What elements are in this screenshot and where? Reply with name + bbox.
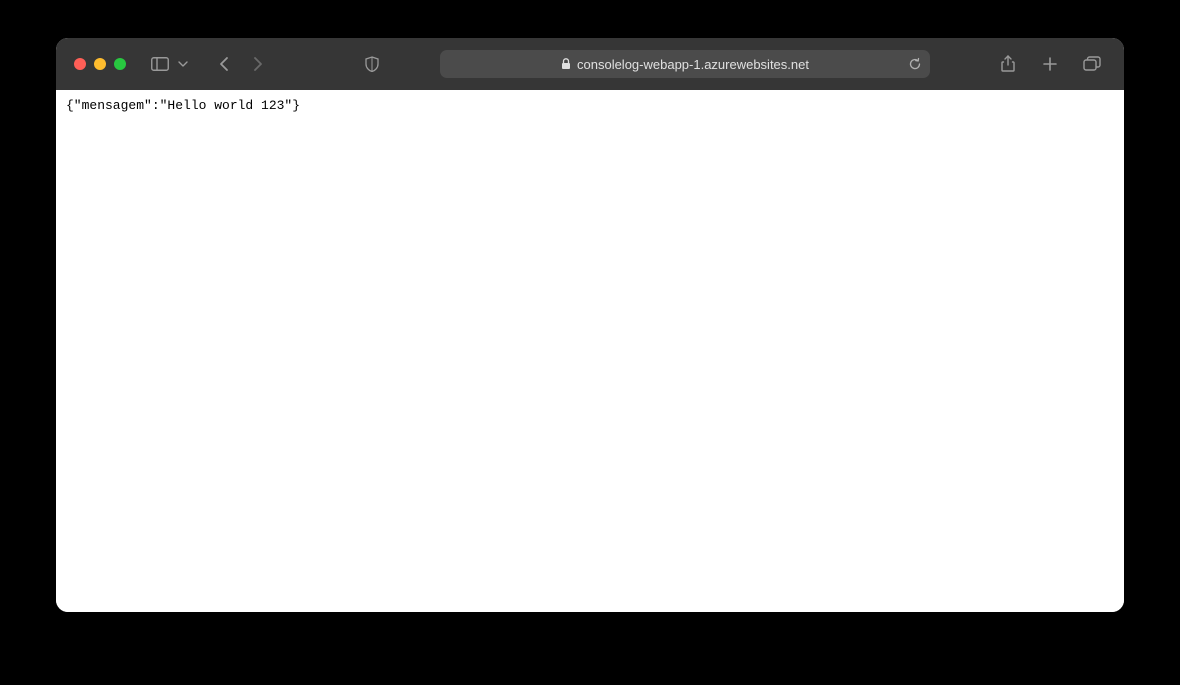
forward-button[interactable]: [244, 50, 272, 78]
tab-group-dropdown[interactable]: [174, 50, 192, 78]
url-text: consolelog-webapp-1.azurewebsites.net: [577, 57, 809, 72]
browser-window: consolelog-webapp-1.azurewebsites.net: [56, 38, 1124, 612]
page-content: {"mensagem":"Hello world 123"}: [56, 90, 1124, 612]
privacy-shield-icon[interactable]: [358, 50, 386, 78]
address-bar[interactable]: consolelog-webapp-1.azurewebsites.net: [440, 50, 930, 78]
minimize-window-button[interactable]: [94, 58, 106, 70]
new-tab-button[interactable]: [1036, 50, 1064, 78]
lock-icon: [561, 58, 571, 70]
browser-toolbar: consolelog-webapp-1.azurewebsites.net: [56, 38, 1124, 90]
sidebar-toggle-button[interactable]: [146, 50, 174, 78]
response-body-text: {"mensagem":"Hello world 123"}: [66, 98, 300, 113]
refresh-button[interactable]: [908, 57, 922, 71]
navigation-controls: [210, 50, 272, 78]
sidebar-controls: [146, 50, 192, 78]
maximize-window-button[interactable]: [114, 58, 126, 70]
back-button[interactable]: [210, 50, 238, 78]
share-button[interactable]: [994, 50, 1022, 78]
tabs-overview-button[interactable]: [1078, 50, 1106, 78]
close-window-button[interactable]: [74, 58, 86, 70]
address-bar-content: consolelog-webapp-1.azurewebsites.net: [561, 57, 809, 72]
toolbar-right-controls: [994, 50, 1106, 78]
window-controls: [74, 58, 126, 70]
